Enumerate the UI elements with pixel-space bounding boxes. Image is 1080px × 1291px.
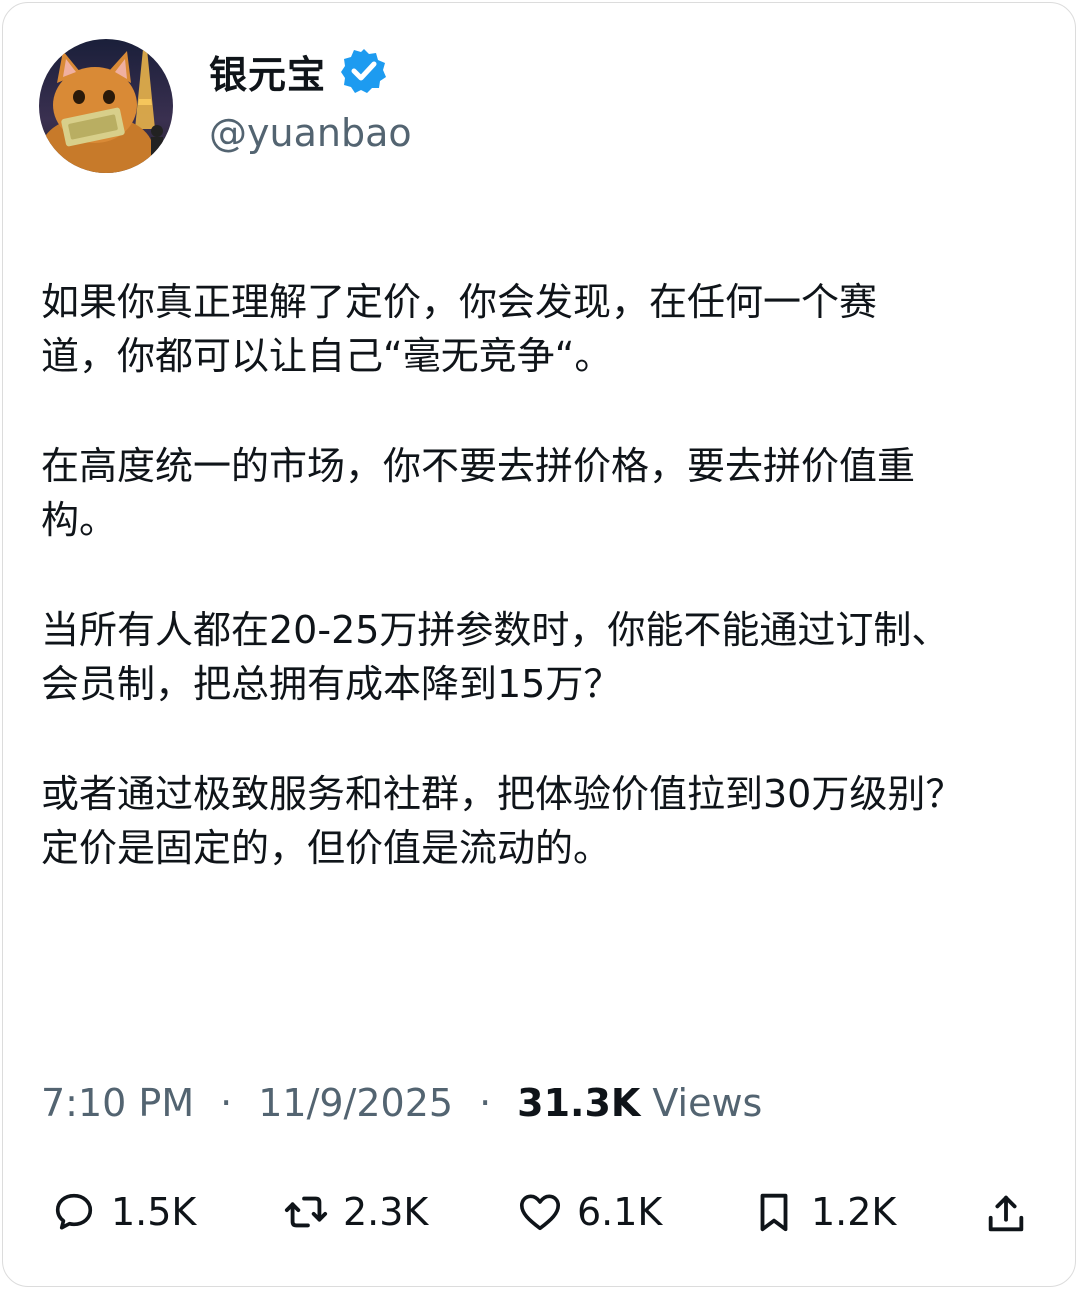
like-icon: [519, 1194, 561, 1231]
post-time[interactable]: 7:10 PM: [41, 1081, 194, 1125]
author-name-row: 银元宝: [209, 43, 388, 99]
like-button[interactable]: 6.1K: [517, 1189, 662, 1235]
avatar[interactable]: [39, 39, 173, 173]
verified-badge-icon: [340, 47, 388, 95]
post-date[interactable]: 11/9/2025: [258, 1081, 453, 1125]
post-line: 如果你真正理解了定价，你会发现，在任何一个赛: [41, 280, 878, 324]
post-line: 构。: [41, 498, 118, 542]
post-line: 定价是固定的，但价值是流动的。: [41, 826, 612, 870]
repost-button[interactable]: 2.3K: [283, 1189, 428, 1235]
post-paragraph: 或者通过极致服务和社群，把体验价值拉到30万级别？ 定价是固定的，但价值是流动的…: [41, 767, 1051, 875]
reply-count: 1.5K: [111, 1190, 197, 1234]
action-bar: 1.5K 2.3K 6.1K 1.2K: [3, 1189, 1077, 1249]
like-count: 6.1K: [577, 1190, 663, 1234]
post-paragraph: 如果你真正理解了定价，你会发现，在任何一个赛 道，你都可以让自己“毫无竞争“。: [41, 275, 1051, 383]
repost-icon: [284, 1196, 328, 1228]
post-paragraph: 当所有人都在20-25万拼参数时，你能不能通过订制、 会员制，把总拥有成本降到1…: [41, 603, 1051, 711]
post-line: 在高度统一的市场，你不要去拼价格，要去拼价值重: [41, 444, 916, 488]
display-name[interactable]: 银元宝: [209, 44, 326, 99]
meta-separator: ·: [479, 1081, 492, 1125]
repost-count: 2.3K: [343, 1190, 429, 1234]
share-icon: [988, 1195, 1024, 1232]
views-count: 31.3K: [517, 1081, 641, 1125]
post-text: 如果你真正理解了定价，你会发现，在任何一个赛 道，你都可以让自己“毫无竞争“。 …: [41, 275, 1051, 931]
author-handle[interactable]: @yuanbao: [209, 111, 412, 155]
post-line: 当所有人都在20-25万拼参数时，你能不能通过订制、: [41, 608, 950, 652]
share-button[interactable]: [983, 1191, 1029, 1241]
bookmark-icon: [760, 1193, 788, 1232]
post-paragraph: 在高度统一的市场，你不要去拼价格，要去拼价值重 构。: [41, 439, 1051, 547]
reply-icon: [55, 1193, 93, 1230]
post-line: 或者通过极致服务和社群，把体验价值拉到30万级别？: [41, 772, 964, 816]
bookmark-button[interactable]: 1.2K: [751, 1189, 896, 1235]
post-line: 道，你都可以让自己“毫无竞争“。: [41, 334, 613, 378]
post-line: 会员制，把总拥有成本降到15万？: [41, 662, 622, 706]
bookmark-count: 1.2K: [811, 1190, 897, 1234]
views-label: Views: [652, 1081, 763, 1125]
post-meta: 7:10 PM · 11/9/2025 · 31.3K Views: [41, 1081, 762, 1125]
reply-button[interactable]: 1.5K: [51, 1189, 196, 1235]
meta-separator: ·: [220, 1081, 233, 1125]
post-card: 银元宝 @yuanbao 如果你真正理解了定价，你会发现，在任何一个赛 道，你都…: [2, 2, 1076, 1287]
